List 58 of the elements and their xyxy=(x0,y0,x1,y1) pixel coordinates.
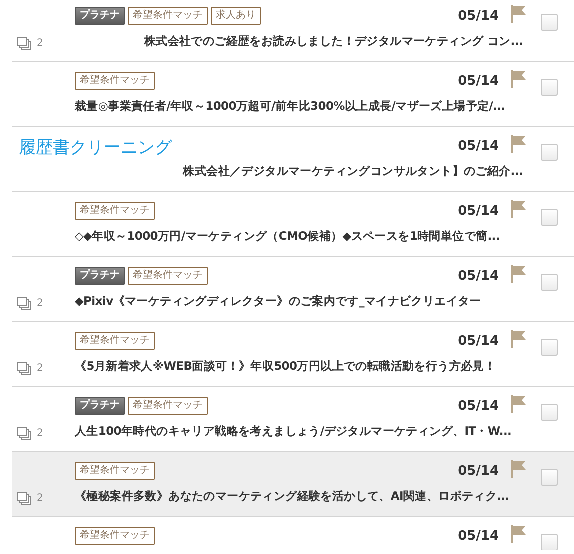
message-title[interactable]: 株式会社／デジタルマーケティングコンサルタント】のご紹介... xyxy=(75,164,523,179)
message-title[interactable]: 裁量◎事業責任者/年収～1000万超可/前年比300%以上成長/マザーズ上場予定/... xyxy=(75,99,523,114)
date: 05/14 xyxy=(458,464,499,478)
checkbox[interactable] xyxy=(541,404,558,421)
checkbox[interactable] xyxy=(541,209,558,226)
flag-icon xyxy=(511,5,527,23)
thread-icon xyxy=(17,492,31,504)
tag-label: 希望条件マッチ xyxy=(128,267,208,285)
checkbox[interactable] xyxy=(541,79,558,96)
date: 05/14 xyxy=(458,528,499,544)
flag-icon xyxy=(511,330,527,348)
message-title[interactable]: ◆Pixiv《マーケティングディレクター》のご案内です_マイナビクリエイター xyxy=(75,294,523,309)
message-title[interactable]: 《5月新着求人※WEB面談可！》年収500万円以上での転職活動を行う方必見！ xyxy=(75,359,523,374)
tag-label: 希望条件マッチ xyxy=(75,72,155,90)
message-title[interactable]: ◇◆年収～1000万円/マーケティング（CMO候補）◆スペースを1時間単位で簡... xyxy=(75,229,523,244)
tag-label: プラチナ xyxy=(75,7,125,25)
date: 05/14 xyxy=(458,268,499,284)
date: 05/14 xyxy=(458,334,499,348)
thread-count: 2 xyxy=(37,38,44,48)
date: 05/14 xyxy=(458,204,499,218)
thread-count: 2 xyxy=(37,492,44,504)
flag-icon xyxy=(511,70,527,88)
flag-icon xyxy=(511,525,527,543)
checkbox[interactable] xyxy=(541,339,558,356)
thread-icon xyxy=(17,296,31,310)
tag-label: 希望条件マッチ xyxy=(75,462,155,480)
flag-icon xyxy=(511,460,527,478)
thread-count: 2 xyxy=(37,428,44,438)
thread-icon xyxy=(17,36,31,50)
tag-label: プラチナ xyxy=(75,267,125,285)
date: 05/14 xyxy=(458,138,499,154)
tag-label: 希望条件マッチ xyxy=(75,527,155,545)
message-title[interactable]: 《極秘案件多数》あなたのマーケティング経験を活かして、AI関連、ロボティク... xyxy=(75,489,523,504)
tag-label: 求人あり xyxy=(211,7,261,25)
flag-icon xyxy=(511,265,527,283)
checkbox[interactable] xyxy=(541,534,558,550)
date: 05/14 xyxy=(458,74,499,88)
message-title[interactable]: 株式会社でのご経歴をお読みしました！デジタルマーケティング コン... xyxy=(75,34,523,49)
message-title[interactable]: 人生100年時代のキャリア戦略を考えましょう/デジタルマーケティング、IT・W... xyxy=(75,424,523,439)
tag-label: 希望条件マッチ xyxy=(128,7,208,25)
tag-label: 希望条件マッチ xyxy=(75,202,155,220)
tag-label: プラチナ xyxy=(75,397,125,415)
checkbox[interactable] xyxy=(541,274,558,291)
thread-count: 2 xyxy=(37,362,44,374)
tag-label: 希望条件マッチ xyxy=(128,397,208,415)
thread-icon xyxy=(17,426,31,440)
tag-label: 希望条件マッチ xyxy=(75,332,155,350)
checkbox[interactable] xyxy=(541,144,558,161)
flag-icon xyxy=(511,135,527,153)
thread-count: 2 xyxy=(37,298,44,308)
flag-icon xyxy=(511,395,527,413)
thread-icon xyxy=(17,362,31,374)
checkbox[interactable] xyxy=(541,14,558,31)
flag-icon xyxy=(511,200,527,218)
message-row[interactable]: 2 希望条件マッチ 05/14 《極秘案件多数》あなたのマーケティング経験を活かして、AI関連、ロボティク... xyxy=(12,452,574,517)
date: 05/14 xyxy=(458,8,499,24)
date: 05/14 xyxy=(458,398,499,414)
checkbox[interactable] xyxy=(541,469,558,486)
